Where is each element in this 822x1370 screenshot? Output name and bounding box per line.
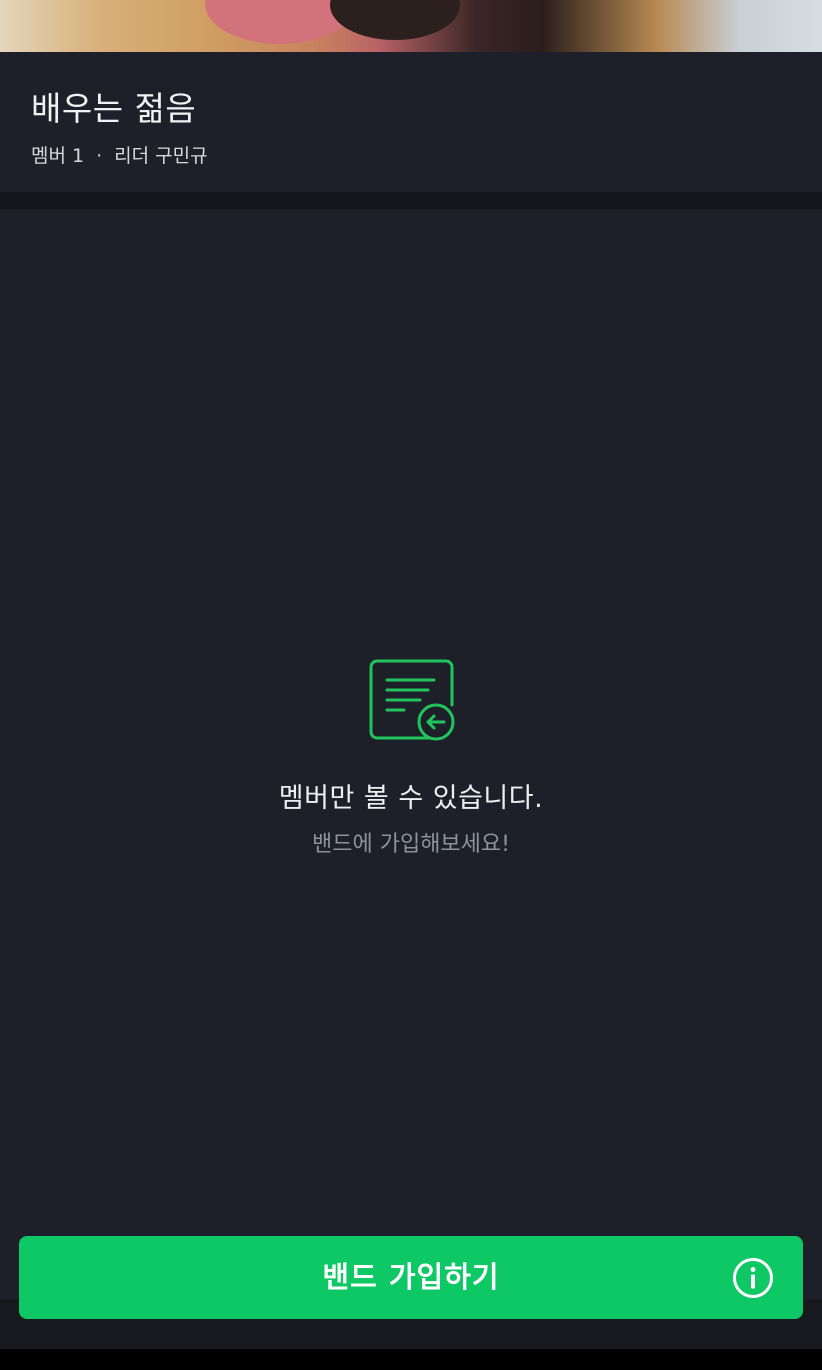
info-circle-icon[interactable]	[732, 1257, 774, 1299]
member-count[interactable]: 멤버 1	[31, 145, 84, 167]
join-prompt-text: 밴드에 가입해보세요!	[312, 832, 510, 857]
band-name: 배우는 젊음	[31, 89, 197, 128]
cover-dog-mouth	[330, 0, 460, 40]
members-only-title: 멤버만 볼 수 있습니다.	[278, 783, 544, 814]
join-band-label: 밴드 가입하기	[322, 1260, 500, 1294]
band-cover-image	[0, 0, 822, 52]
system-nav-strip	[0, 1349, 822, 1370]
document-arrow-icon	[369, 659, 455, 741]
join-band-button[interactable]: 밴드 가입하기	[19, 1236, 803, 1319]
band-header: 배우는 젊음 멤버 1 · 리더 구민규	[0, 52, 822, 192]
band-meta: 멤버 1 · 리더 구민규	[31, 141, 208, 168]
meta-separator: ·	[96, 145, 103, 167]
members-only-notice: 멤버만 볼 수 있습니다. 밴드에 가입해보세요!	[0, 209, 822, 1299]
leader-name: 리더 구민규	[114, 145, 208, 167]
section-divider	[0, 192, 822, 209]
